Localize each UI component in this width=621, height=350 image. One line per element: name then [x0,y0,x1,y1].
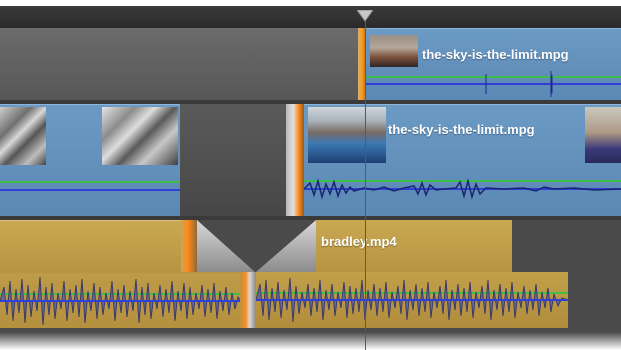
track-3-clip-b-waveform [256,277,568,323]
track-3-clip-title: bradley.mp4 [321,234,397,249]
track-3-clip-a-waveform [0,276,250,326]
track-2-thumbnail-a2 [102,107,178,165]
track-2-gap [180,104,286,216]
track-2-thumbnail-a1 [0,107,46,165]
timeline-bottom-edge [0,332,621,350]
track-2-clip-a-volume-line[interactable] [0,189,180,191]
track-2-trim-marker[interactable] [286,104,304,216]
time-ruler[interactable] [0,6,621,28]
timeline-panel: the-sky-is-the-limit.mpg the-sky-is-the-… [0,0,621,350]
playhead-triangle-icon[interactable] [357,10,373,22]
track-1-thumbnail [370,35,418,67]
track-2-clip-a-pan-line[interactable] [0,181,180,183]
track-1-waveform [366,71,621,97]
track-2-thumbnail-b1 [308,107,386,163]
transition-fade-out[interactable] [197,220,257,272]
track-2-clip-title: the-sky-is-the-limit.mpg [388,122,535,137]
track-2-clip-b[interactable]: the-sky-is-the-limit.mpg [304,104,621,216]
track-2-clip-a[interactable] [0,104,180,216]
track-1-gap [0,28,358,100]
track-1-clip-title: the-sky-is-the-limit.mpg [422,47,569,62]
playhead-line[interactable] [365,18,366,350]
track-3-clip-b[interactable]: bradley.mp4 [256,220,568,328]
track-2-thumbnail-b2 [585,107,621,163]
track-1-clip[interactable]: the-sky-is-the-limit.mpg [366,28,621,100]
track-3-trim-marker-a[interactable] [181,220,197,272]
track-3-trim-marker-b[interactable] [240,272,256,328]
track-2-waveform [304,178,621,200]
